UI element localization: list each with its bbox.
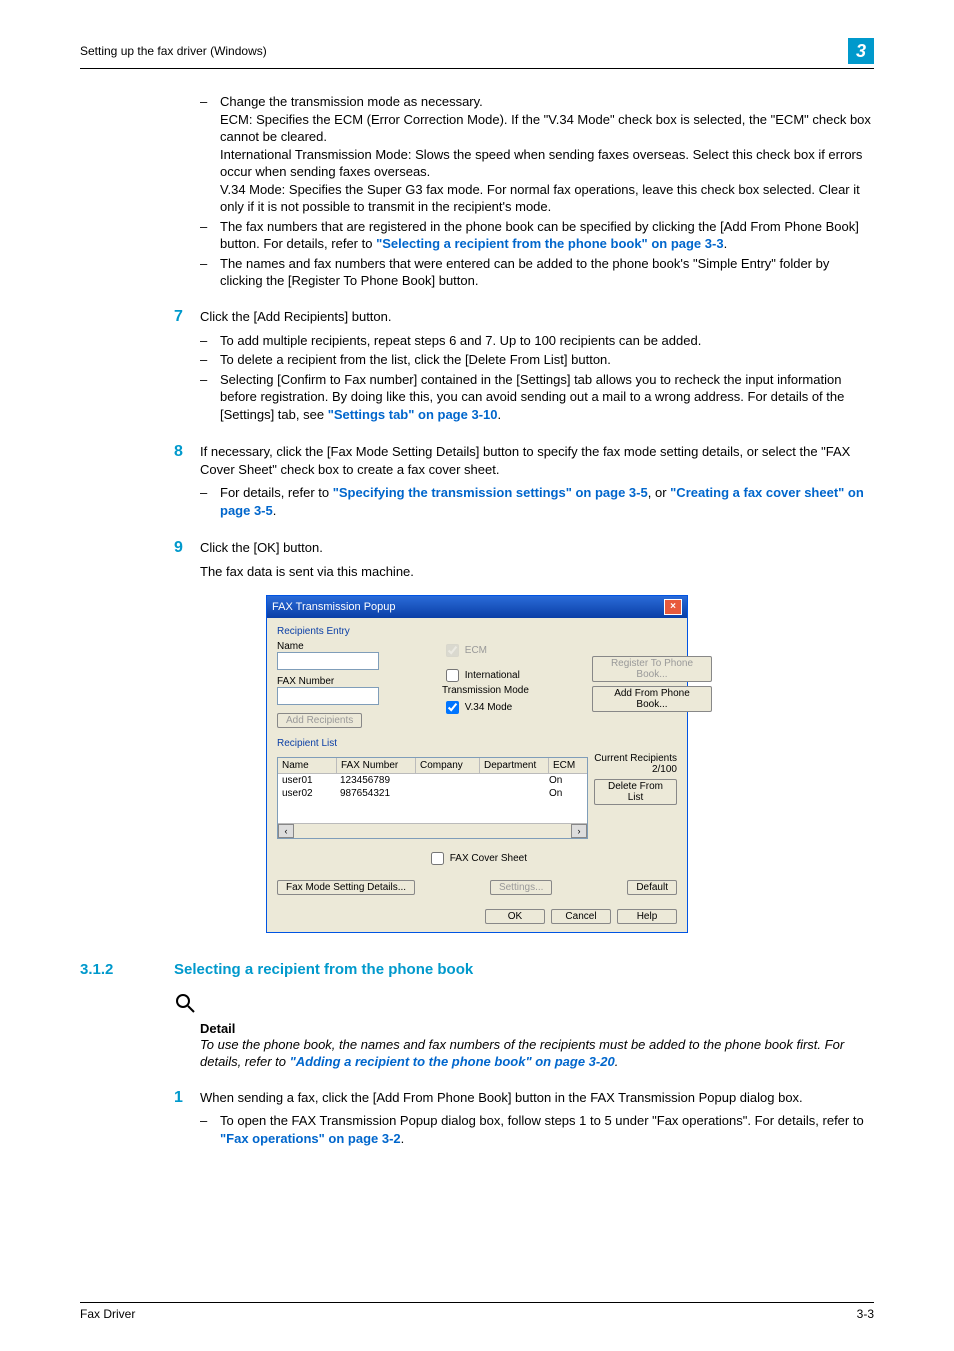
add-from-phone-book-button[interactable]: Add From Phone Book... (592, 686, 712, 712)
ecm-checkbox[interactable]: ECM (442, 641, 572, 660)
text: . (401, 1131, 405, 1146)
step-text: When sending a fax, click the [Add From … (200, 1090, 803, 1105)
intro-list: Change the transmission mode as necessar… (200, 93, 874, 290)
magnifier-icon (174, 992, 874, 1017)
group-recipients-entry: Recipients Entry (277, 626, 677, 637)
dialog-title-text: FAX Transmission Popup (272, 601, 396, 613)
scrollbar[interactable]: ‹ › (278, 823, 587, 838)
detail-label: Detail (200, 1021, 874, 1036)
list-item: Change the transmission mode as necessar… (200, 93, 874, 216)
v34-mode-checkbox[interactable]: V.34 Mode (442, 698, 572, 717)
text: Selecting [Confirm to Fax number] contai… (220, 372, 844, 422)
name-label: Name (277, 641, 357, 652)
list-item: To open the FAX Transmission Popup dialo… (200, 1112, 874, 1147)
detail-text: To use the phone book, the names and fax… (200, 1036, 874, 1071)
cancel-button[interactable]: Cancel (551, 909, 611, 924)
link-fax-operations[interactable]: "Fax operations" on page 3-2 (220, 1131, 401, 1146)
header-divider (80, 68, 874, 69)
current-recipients-label: Current Recipients 2/100 (594, 753, 677, 775)
list-item: The fax numbers that are registered in t… (200, 218, 874, 253)
breadcrumb: Setting up the fax driver (Windows) (80, 44, 267, 58)
table-row[interactable]: user01 123456789 On (278, 774, 587, 787)
step-number: 7 (174, 308, 200, 326)
list-item: The names and fax numbers that were ente… (200, 255, 874, 290)
text: For details, refer to (220, 485, 333, 500)
step-8: 8 If necessary, click the [Fax Mode Sett… (80, 443, 874, 521)
text: Change the transmission mode as necessar… (220, 94, 483, 109)
group-recipient-list: Recipient List (277, 738, 677, 749)
text: . (498, 407, 502, 422)
section-heading: 3.1.2 Selecting a recipient from the pho… (80, 961, 874, 978)
step-number: 9 (174, 539, 200, 557)
chapter-badge: 3 (848, 38, 874, 64)
step-9: 9 Click the [OK] button. The fax data is… (80, 539, 874, 580)
help-button[interactable]: Help (617, 909, 677, 924)
ok-button[interactable]: OK (485, 909, 545, 924)
step-after-text: The fax data is sent via this machine. (200, 563, 874, 581)
dialog-titlebar: FAX Transmission Popup × (267, 596, 687, 618)
register-phone-book-button[interactable]: Register To Phone Book... (592, 656, 712, 682)
link-transmission-settings[interactable]: "Specifying the transmission settings" o… (333, 485, 648, 500)
name-input[interactable] (277, 652, 379, 670)
fax-mode-details-button[interactable]: Fax Mode Setting Details... (277, 880, 415, 895)
text: V.34 Mode: Specifies the Super G3 fax mo… (220, 182, 860, 215)
text: To delete a recipient from the list, cli… (220, 352, 611, 367)
section-title: Selecting a recipient from the phone boo… (174, 961, 473, 978)
default-button[interactable]: Default (627, 880, 677, 895)
section-number: 3.1.2 (80, 961, 174, 978)
step-text: Click the [OK] button. (200, 540, 323, 555)
settings-button[interactable]: Settings... (490, 880, 552, 895)
text: The names and fax numbers that were ente… (220, 256, 829, 289)
footer-left: Fax Driver (80, 1307, 135, 1321)
text: ECM: Specifies the ECM (Error Correction… (220, 112, 871, 145)
step-text: If necessary, click the [Fax Mode Settin… (200, 444, 850, 477)
text: To open the FAX Transmission Popup dialo… (220, 1113, 864, 1128)
fax-transmission-dialog: FAX Transmission Popup × Recipients Entr… (266, 595, 688, 933)
close-icon[interactable]: × (664, 599, 682, 615)
add-recipients-button[interactable]: Add Recipients (277, 713, 362, 728)
step-text: Click the [Add Recipients] button. (200, 309, 392, 324)
text: To add multiple recipients, repeat steps… (220, 333, 701, 348)
delete-from-list-button[interactable]: Delete From List (594, 779, 677, 805)
text: . (273, 503, 277, 518)
list-item: To add multiple recipients, repeat steps… (200, 332, 874, 350)
text: . (724, 236, 728, 251)
scroll-right-icon[interactable]: › (571, 824, 587, 838)
list-item: Selecting [Confirm to Fax number] contai… (200, 371, 874, 424)
intl-mode-checkbox[interactable]: International Transmission Mode (442, 666, 572, 696)
link-phone-book[interactable]: "Selecting a recipient from the phone bo… (376, 236, 724, 251)
link-settings-tab[interactable]: "Settings tab" on page 3-10 (328, 407, 498, 422)
link-adding-recipient[interactable]: "Adding a recipient to the phone book" o… (290, 1054, 615, 1069)
scroll-left-icon[interactable]: ‹ (278, 824, 294, 838)
table-row[interactable]: user02 987654321 On (278, 787, 587, 800)
list-header: Name FAX Number Company Department ECM (278, 758, 587, 774)
fax-number-input[interactable] (277, 687, 379, 705)
step-1: 1 When sending a fax, click the [Add Fro… (80, 1089, 874, 1150)
list-item: To delete a recipient from the list, cli… (200, 351, 874, 369)
text: International Transmission Mode: Slows t… (220, 147, 862, 180)
step-number: 8 (174, 443, 200, 461)
recipient-list[interactable]: Name FAX Number Company Department ECM u… (277, 757, 588, 839)
step-7: 7 Click the [Add Recipients] button. To … (80, 308, 874, 425)
footer-right: 3-3 (857, 1307, 874, 1321)
fax-number-label: FAX Number (277, 676, 357, 687)
page-footer: Fax Driver 3-3 (80, 1302, 874, 1321)
step-number: 1 (174, 1089, 200, 1107)
list-item: For details, refer to "Specifying the tr… (200, 484, 874, 519)
text: , or (648, 485, 670, 500)
fax-cover-sheet-checkbox[interactable]: FAX Cover Sheet (427, 853, 527, 864)
